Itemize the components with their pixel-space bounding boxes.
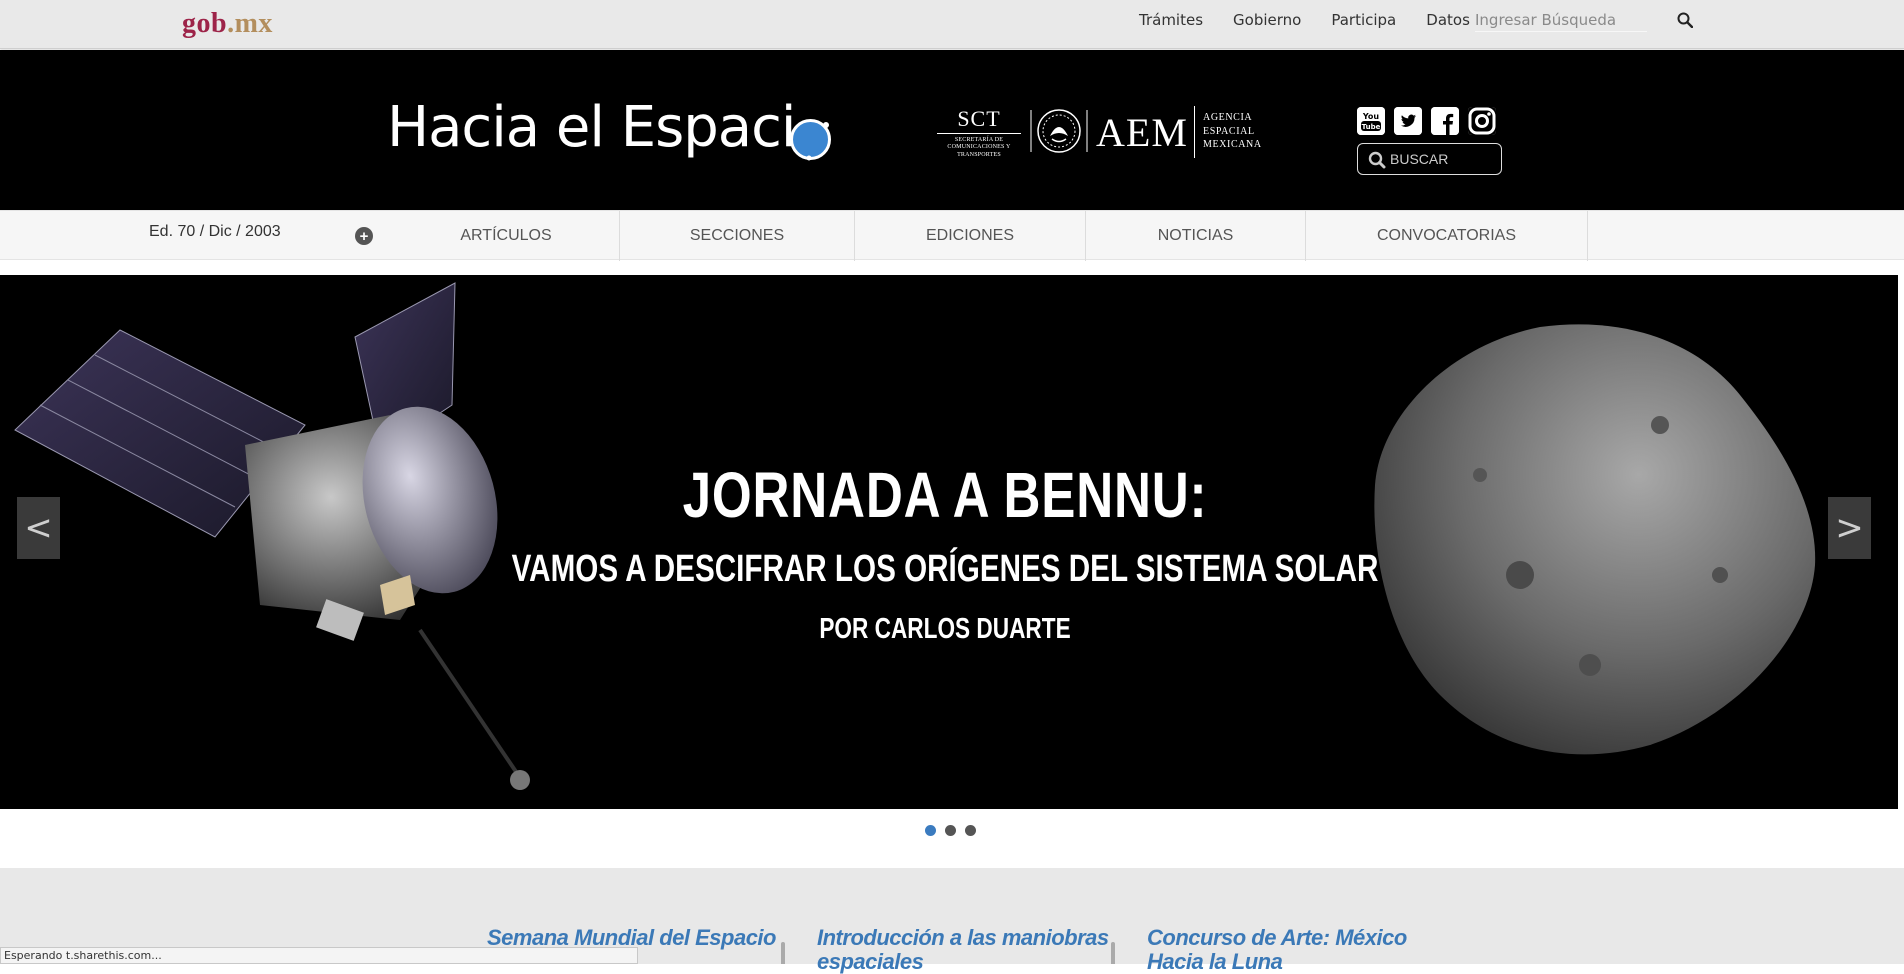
nav-ediciones[interactable]: EDICIONES	[855, 211, 1086, 261]
spacecraft-image	[14, 282, 530, 790]
sct-logo[interactable]: SCT SECRETARÍA DE COMUNICACIONES Y TRANS…	[937, 106, 1021, 159]
gob-mx-logo[interactable]: gob.mx	[182, 8, 273, 40]
browser-status-bar: Esperando t.sharethis.com...	[0, 947, 638, 964]
sct-subtitle: SECRETARÍA DE COMUNICACIONES Y TRANSPORT…	[947, 137, 1011, 158]
gob-logo-part1: gob	[182, 8, 228, 39]
header-search	[1357, 143, 1502, 175]
nav-secciones[interactable]: SECCIONES	[620, 211, 855, 261]
nav-noticias[interactable]: NOTICIAS	[1086, 211, 1306, 261]
gob-top-bar: gob.mx Trámites Gobierno Participa Datos	[0, 0, 1904, 49]
twitter-icon[interactable]	[1394, 107, 1422, 135]
slider-dot[interactable]	[965, 825, 976, 836]
gob-search-input[interactable]	[1475, 8, 1647, 32]
site-header: Hacia el Espaci SCT SECRETARÍA DE COMUNI…	[0, 50, 1904, 210]
search-icon	[1368, 151, 1386, 169]
card-divider	[1111, 942, 1115, 964]
aem-subtitle: AGENCIA ESPACIAL MEXICANA	[1203, 111, 1262, 152]
slider-dot[interactable]	[925, 825, 936, 836]
aem-divider	[1194, 106, 1195, 158]
edition-label[interactable]: Ed. 70 / Dic / 2003	[149, 223, 281, 241]
search-icon[interactable]	[1673, 8, 1697, 32]
slider-prev-button[interactable]: <	[17, 497, 60, 559]
mexico-seal-icon	[1030, 109, 1088, 153]
slider-dots	[925, 825, 976, 836]
nav-articulos[interactable]: ARTÍCULOS	[393, 211, 620, 261]
gob-nav-participa[interactable]: Participa	[1331, 11, 1396, 29]
section-nav: Ed. 70 / Dic / 2003 + ARTÍCULOS SECCIONE…	[0, 210, 1904, 261]
gob-nav-tramites[interactable]: Trámites	[1139, 11, 1203, 29]
sct-label: SCT	[937, 106, 1021, 135]
slider-dot[interactable]	[945, 825, 956, 836]
gob-nav-gobierno[interactable]: Gobierno	[1233, 11, 1301, 29]
hero-headline: JORNADA A BENNU:	[682, 459, 1208, 531]
gob-logo-part2: .mx	[227, 8, 273, 39]
gob-nav: Trámites Gobierno Participa Datos	[1139, 0, 1485, 40]
svg-text:You: You	[1362, 112, 1380, 121]
asteroid-bennu-image	[1374, 324, 1816, 755]
aem-subtitle-line: AGENCIA	[1203, 112, 1253, 123]
nav-convocatorias[interactable]: CONVOCATORIAS	[1306, 211, 1588, 261]
aem-subtitle-line: MEXICANA	[1203, 139, 1262, 150]
instagram-icon[interactable]	[1468, 107, 1496, 135]
card-divider	[781, 942, 785, 964]
svg-text:Tube: Tube	[1362, 123, 1381, 131]
hero-subheadline: VAMOS A DESCIFRAR LOS ORÍGENES DEL SISTE…	[511, 548, 1379, 590]
header-search-input[interactable]	[1390, 149, 1495, 169]
globe-o-icon	[790, 119, 831, 161]
article-card-title[interactable]: Introducción a las maniobras espaciales	[817, 925, 1117, 974]
youtube-icon[interactable]: You Tube	[1357, 107, 1385, 135]
facebook-icon[interactable]	[1431, 107, 1459, 135]
gob-nav-datos[interactable]: Datos	[1426, 11, 1470, 29]
hero-byline: POR CARLOS DUARTE	[819, 613, 1071, 645]
aem-subtitle-line: ESPACIAL	[1203, 125, 1255, 137]
slider-next-button[interactable]: >	[1828, 497, 1871, 559]
site-title[interactable]: Hacia el Espaci	[387, 100, 796, 156]
hero-slider[interactable]: JORNADA A BENNU: VAMOS A DESCIFRAR LOS O…	[0, 275, 1898, 809]
aem-label[interactable]: AEM	[1096, 111, 1188, 155]
plus-circle-icon[interactable]: +	[355, 227, 373, 245]
social-links: You Tube	[1357, 107, 1496, 135]
article-card-title[interactable]: Concurso de Arte: México Hacia la Luna	[1147, 925, 1447, 974]
